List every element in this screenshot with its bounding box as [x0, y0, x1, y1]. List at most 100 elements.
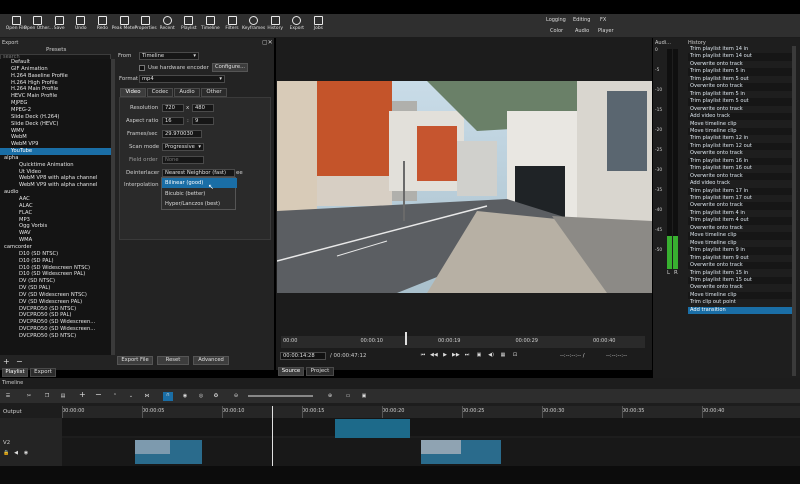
- preset-item[interactable]: AAC: [0, 196, 111, 203]
- history-item[interactable]: Trim playlist item 16 in: [688, 157, 792, 166]
- history-item[interactable]: Overwrite onto track: [688, 105, 792, 114]
- tab-codec[interactable]: Codec: [147, 88, 173, 97]
- add-preset-button[interactable]: +: [3, 357, 10, 366]
- track-mute-icon[interactable]: ◀: [13, 450, 19, 456]
- preset-item[interactable]: Quicktime Animation: [0, 162, 111, 169]
- preset-item[interactable]: D10 (SD Widescreen PAL): [0, 271, 111, 278]
- preset-item[interactable]: Default: [0, 59, 111, 66]
- preset-item[interactable]: MPEG-2: [0, 107, 111, 114]
- history-item[interactable]: Trim playlist item 9 in: [688, 247, 792, 255]
- zoom-icon[interactable]: ⊡: [512, 352, 518, 358]
- scrub-icon[interactable]: ◉: [182, 393, 188, 399]
- preset-item[interactable]: D10 (SD Widescreen NTSC): [0, 265, 111, 272]
- interp-option-bilinear[interactable]: Bilinear (good): [162, 178, 237, 188]
- preset-item[interactable]: GIF Animation: [0, 66, 111, 73]
- history-item[interactable]: Trim playlist item 4 in: [688, 209, 792, 218]
- grid-icon[interactable]: ▦: [500, 352, 506, 358]
- preset-item[interactable]: DV (SD Widescreen NTSC): [0, 292, 111, 299]
- history-item[interactable]: Move timeline clip: [688, 232, 792, 240]
- preset-item[interactable]: DVCPRO50 (SD NTSC): [0, 306, 111, 313]
- preset-item[interactable]: DVCPRO50 (SD Widescreen...: [0, 319, 111, 326]
- aspect-width-input[interactable]: 16: [162, 117, 184, 125]
- preset-item[interactable]: WMA: [0, 237, 111, 244]
- history-item[interactable]: Move timeline clip: [688, 239, 792, 248]
- preset-item[interactable]: camcorder: [0, 244, 111, 251]
- preset-item[interactable]: WAV: [0, 230, 111, 237]
- append-icon[interactable]: +: [79, 391, 86, 399]
- history-item[interactable]: Trim playlist item 16 out: [688, 165, 792, 173]
- preset-item[interactable]: audio: [0, 189, 111, 196]
- history-item[interactable]: Trim playlist item 5 in: [688, 68, 792, 76]
- preset-item[interactable]: WMV: [0, 128, 111, 135]
- preset-item[interactable]: YouTube: [0, 148, 111, 155]
- lift-icon[interactable]: ⌃: [112, 393, 118, 399]
- scan-mode-select[interactable]: Progressive ▾: [162, 143, 204, 151]
- fps-input[interactable]: 29.970030: [162, 130, 202, 138]
- preset-item[interactable]: MJPEG: [0, 100, 111, 107]
- preset-list-scrollbar[interactable]: [111, 59, 115, 355]
- history-item[interactable]: Trim playlist item 5 out: [688, 75, 792, 84]
- preset-item[interactable]: MP3: [0, 217, 111, 224]
- scrub-playhead[interactable]: [404, 332, 407, 345]
- zoom-in-icon[interactable]: ⊕: [327, 393, 333, 399]
- history-item[interactable]: Move timeline clip: [688, 127, 792, 136]
- history-item[interactable]: Overwrite onto track: [688, 172, 792, 181]
- preset-item[interactable]: Ogg Vorbis: [0, 223, 111, 230]
- layout-audio-button[interactable]: Audio: [575, 28, 589, 34]
- preset-item[interactable]: WebM: [0, 134, 111, 141]
- preset-item[interactable]: HEVC Main Profile: [0, 93, 111, 100]
- tab-playlist[interactable]: Playlist: [2, 368, 28, 377]
- panel-close-icon[interactable]: ▢✕: [262, 39, 273, 46]
- preset-item[interactable]: DVCPRO50 (SD Widescreen...: [0, 326, 111, 333]
- resolution-height-input[interactable]: 480: [192, 104, 214, 112]
- history-item[interactable]: Trim clip out point: [688, 299, 792, 307]
- preset-item[interactable]: H.264 High Profile: [0, 80, 111, 87]
- record-audio-icon[interactable]: ▣: [361, 393, 367, 399]
- history-item[interactable]: Trim playlist item 17 out: [688, 195, 792, 203]
- preset-item[interactable]: DV (SD Widescreen PAL): [0, 299, 111, 306]
- play-icon[interactable]: ▶: [442, 352, 448, 358]
- format-select[interactable]: mp4 ▾: [139, 75, 225, 83]
- history-scrollbar[interactable]: [792, 46, 796, 376]
- tab-source[interactable]: Source: [278, 367, 304, 376]
- interp-option-bicubic[interactable]: Bicubic (better): [162, 189, 237, 199]
- advanced-button[interactable]: Advanced: [193, 356, 229, 365]
- deinterlacer-select[interactable]: Nearest Neighbor (fast): [162, 169, 235, 177]
- preset-item[interactable]: D10 (SD NTSC): [0, 251, 111, 258]
- history-item[interactable]: Add video track: [688, 180, 792, 188]
- layout-logging-button[interactable]: Logging: [546, 17, 566, 23]
- layout-editing-button[interactable]: Editing: [573, 17, 590, 23]
- timeline-clip[interactable]: [335, 419, 410, 438]
- preset-item[interactable]: H.264 Baseline Profile: [0, 73, 111, 80]
- history-item[interactable]: Trim playlist item 5 in: [688, 90, 792, 99]
- fast-forward-icon[interactable]: ▶▶: [452, 352, 460, 358]
- ripple-icon[interactable]: ◎: [198, 393, 204, 399]
- export-file-button[interactable]: Export File: [117, 356, 153, 365]
- ripple-all-icon[interactable]: ✪: [213, 393, 219, 399]
- timeline-clip[interactable]: [421, 440, 501, 464]
- preset-item[interactable]: WebM VP9: [0, 141, 111, 148]
- track-lock-icon[interactable]: 🔒: [3, 450, 9, 456]
- loop-icon[interactable]: ▣: [476, 352, 482, 358]
- history-item[interactable]: Overwrite onto track: [688, 224, 792, 233]
- resolution-width-input[interactable]: 720: [162, 104, 184, 112]
- preset-item[interactable]: DVCPRO50 (SD PAL): [0, 312, 111, 319]
- position-timecode[interactable]: 00:00:14:28: [280, 352, 326, 360]
- history-item[interactable]: Trim playlist item 14 out: [688, 53, 792, 61]
- history-item[interactable]: Overwrite onto track: [688, 83, 792, 91]
- preset-item[interactable]: WebM VP8 with alpha channel: [0, 175, 111, 182]
- preset-item[interactable]: Slide Deck (HEVC): [0, 121, 111, 128]
- preset-item[interactable]: H.264 Main Profile: [0, 86, 111, 93]
- history-item[interactable]: Add transition: [688, 306, 792, 315]
- volume-icon[interactable]: ◀): [488, 352, 494, 358]
- preset-item[interactable]: D10 (SD PAL): [0, 258, 111, 265]
- preset-item[interactable]: Ut Video: [0, 169, 111, 176]
- history-item[interactable]: Move timeline clip: [688, 291, 792, 300]
- interpolation-dropdown[interactable]: Bilinear (good) Bicubic (better) Hyper/L…: [161, 177, 237, 210]
- snap-icon[interactable]: ∩: [163, 392, 173, 401]
- history-item[interactable]: Trim playlist item 15 out: [688, 276, 792, 285]
- reset-button[interactable]: Reset: [157, 356, 189, 365]
- history-item[interactable]: Overwrite onto track: [688, 60, 792, 69]
- history-item[interactable]: Trim playlist item 17 in: [688, 187, 792, 195]
- history-item[interactable]: Move timeline clip: [688, 120, 792, 128]
